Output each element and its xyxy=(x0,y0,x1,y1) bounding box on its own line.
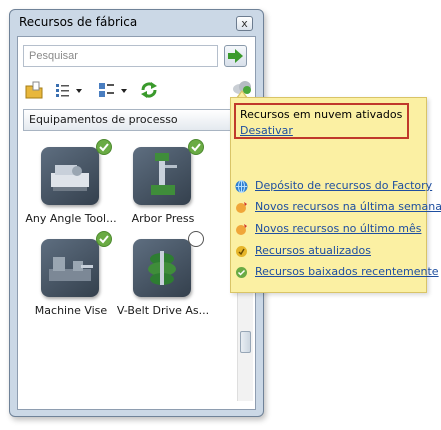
content-panel: Equipamentos de processo Any Angle Tool.… xyxy=(17,36,256,410)
factory-assets-window: Recursos de fábrica x Pesquisar Equipame… xyxy=(9,9,264,417)
link-label[interactable]: Recursos baixados recentemente xyxy=(255,265,439,278)
link-label[interactable]: Recursos atualizados xyxy=(255,244,371,257)
asset-thumbnail xyxy=(41,239,99,297)
refresh-button[interactable] xyxy=(139,80,159,100)
notice-text: Recursos em nuvem ativados xyxy=(240,108,403,121)
update-icon xyxy=(236,246,247,257)
cloud-resources-popup: Recursos em nuvem ativados Desativar Dep… xyxy=(230,97,441,293)
globe-icon xyxy=(235,180,248,193)
list-view-button[interactable] xyxy=(54,80,88,100)
link-label[interactable]: Novos recursos no último mês xyxy=(255,222,421,235)
cloud-enabled-notice: Recursos em nuvem ativados Desativar xyxy=(234,103,409,139)
asset-label: Any Angle Tool... xyxy=(25,212,117,225)
asset-label: Arbor Press xyxy=(131,212,195,225)
refresh-icon xyxy=(141,82,157,98)
disable-link[interactable]: Desativar xyxy=(240,124,293,137)
window-title: Recursos de fábrica xyxy=(19,15,138,29)
asset-card[interactable]: V-Belt Drive As... xyxy=(113,231,213,327)
search-input[interactable] xyxy=(23,45,218,67)
scrollbar-thumb[interactable] xyxy=(240,331,251,353)
asset-label: V-Belt Drive As... xyxy=(116,304,210,317)
title-bar[interactable]: Recursos de fábrica x xyxy=(10,10,263,34)
unchecked-circle-icon xyxy=(188,231,204,247)
angle-tool-icon xyxy=(51,165,89,191)
search-go-button[interactable] xyxy=(224,45,247,67)
close-button[interactable]: x xyxy=(236,16,253,31)
arbor-press-icon xyxy=(151,153,177,195)
check-icon xyxy=(188,139,204,155)
open-folder-button[interactable] xyxy=(24,80,44,100)
asset-card[interactable]: Arbor Press xyxy=(113,139,213,235)
group-view-button[interactable] xyxy=(97,80,133,100)
category-dropdown[interactable]: Equipamentos de processo xyxy=(23,109,249,131)
asset-grid: Any Angle Tool... Arbor Press Machine Vi… xyxy=(21,139,231,405)
new-badge-icon xyxy=(236,224,247,235)
asset-thumbnail xyxy=(41,147,99,205)
link-label[interactable]: Depósito de recursos do Factory xyxy=(255,179,432,192)
asset-card[interactable]: Any Angle Tool... xyxy=(21,139,121,235)
list-icon xyxy=(56,84,82,97)
asset-card[interactable]: Machine Vise xyxy=(21,231,121,327)
download-check-icon xyxy=(236,267,247,278)
asset-thumbnail xyxy=(133,147,191,205)
asset-thumbnail xyxy=(133,239,191,297)
folder-icon xyxy=(25,81,43,99)
machine-vise-icon xyxy=(49,257,93,281)
new-badge-icon xyxy=(236,202,247,213)
v-belt-drive-icon xyxy=(148,251,176,285)
check-icon xyxy=(96,231,112,247)
arrow-right-icon xyxy=(228,49,243,63)
check-icon xyxy=(96,139,112,155)
asset-label: Machine Vise xyxy=(34,304,108,317)
group-icon xyxy=(99,83,127,97)
link-label[interactable]: Novos recursos na última semana xyxy=(255,200,441,213)
